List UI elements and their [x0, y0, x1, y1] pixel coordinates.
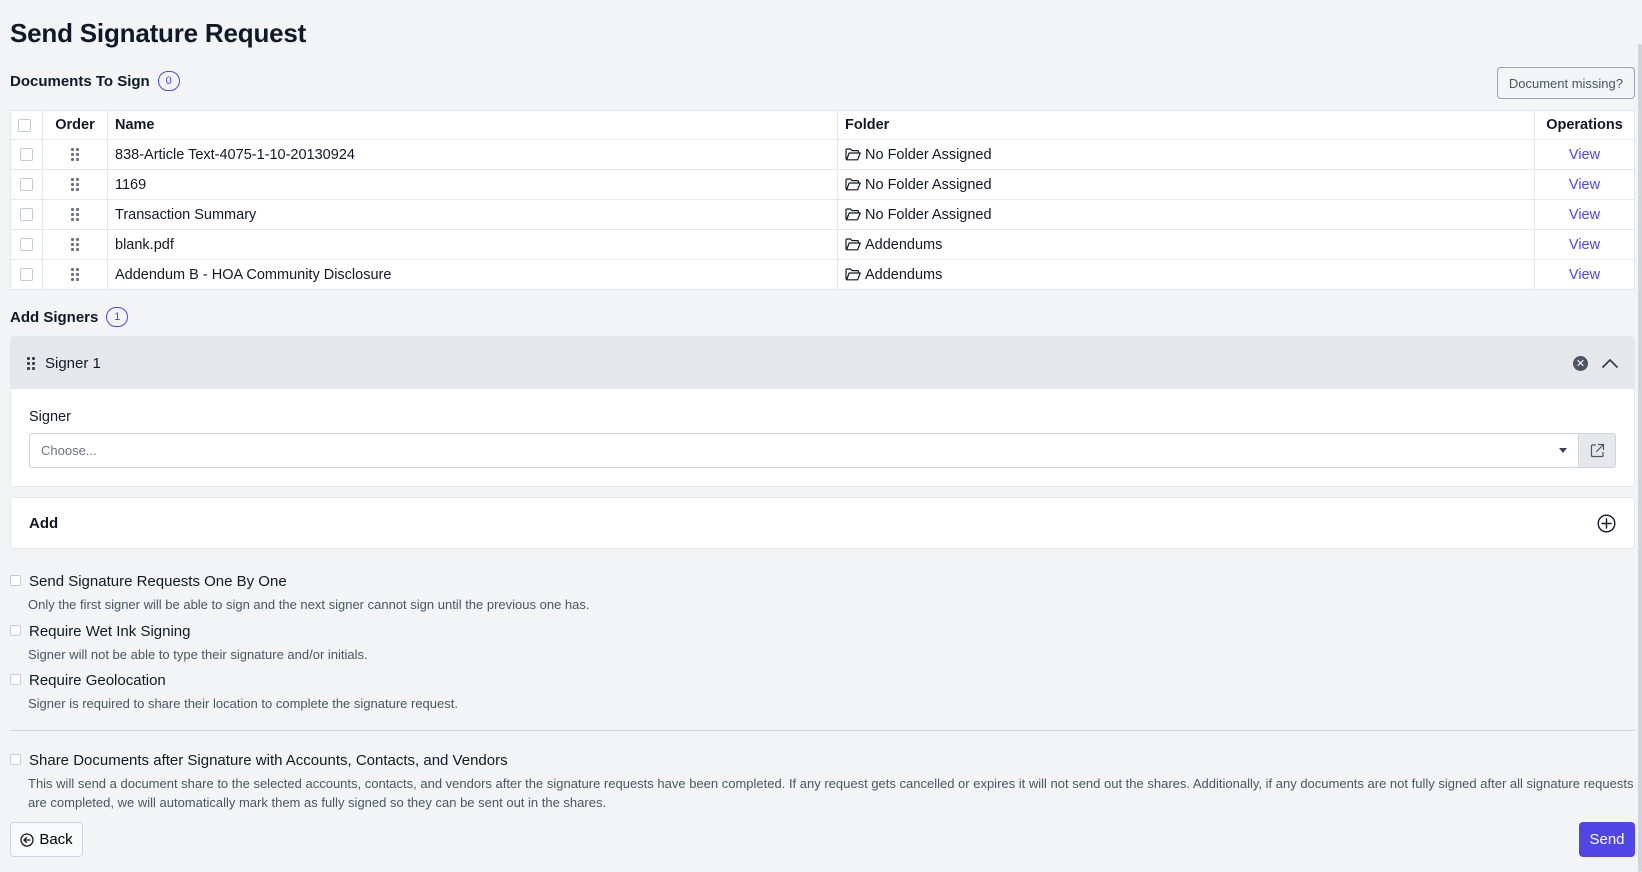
documents-heading: Documents To Sign [10, 72, 150, 90]
plus-circle-icon[interactable] [1597, 513, 1616, 533]
folder-name: Addendums [865, 236, 943, 253]
add-signer-label: Add [29, 514, 59, 532]
row-checkbox[interactable] [20, 148, 33, 162]
documents-count-badge: 0 [157, 71, 180, 91]
table-row: 1169 No Folder Assigned View [10, 169, 1635, 200]
option-wet-ink: Require Wet Ink Signing Signer will not … [10, 623, 1635, 664]
share-documents-help: This will send a document share to the s… [28, 776, 1634, 810]
signer-select-row: Choose... [29, 433, 1616, 468]
view-link[interactable]: View [1569, 237, 1600, 253]
add-signer-card[interactable]: Add [10, 497, 1635, 549]
folder-name: No Folder Assigned [865, 176, 992, 193]
table-row: Transaction Summary No Folder Assigned V… [10, 199, 1635, 230]
drag-handle-icon[interactable] [71, 148, 79, 162]
back-label: Back [39, 831, 73, 848]
wet-ink-label: Require Wet Ink Signing [29, 623, 191, 640]
wet-ink-checkbox[interactable] [10, 625, 21, 636]
drag-handle-icon[interactable] [71, 268, 79, 282]
column-header-order: Order [42, 110, 108, 140]
documents-table: Order Name Folder Operations 838-Article… [10, 110, 1635, 290]
share-documents-label: Share Documents after Signature with Acc… [29, 752, 508, 769]
remove-signer-icon[interactable]: ✕ [1573, 355, 1588, 371]
drag-handle-icon[interactable] [71, 208, 79, 222]
divider [10, 730, 1635, 731]
share-documents-checkbox[interactable] [10, 754, 21, 765]
select-all-cell [10, 110, 43, 140]
one-by-one-help: Only the first signer will be able to si… [28, 597, 590, 612]
chevron-up-icon[interactable] [1602, 358, 1618, 368]
documents-section-header: Documents To Sign 0 [10, 71, 180, 91]
wet-ink-help: Signer will not be able to type their si… [28, 647, 368, 662]
select-all-checkbox[interactable] [18, 118, 31, 132]
caret-down-icon [1559, 448, 1567, 453]
scrollbar[interactable] [1638, 44, 1642, 872]
document-name: 1169 [107, 169, 838, 200]
folder-name: No Folder Assigned [865, 206, 992, 223]
table-header-row: Order Name Folder Operations [10, 110, 1635, 140]
view-link[interactable]: View [1569, 267, 1600, 283]
signers-count-badge: 1 [106, 307, 129, 327]
row-checkbox[interactable] [20, 208, 33, 222]
document-name: Transaction Summary [107, 199, 838, 230]
view-link[interactable]: View [1569, 177, 1600, 193]
folder-open-icon [845, 267, 861, 280]
signer-card: Signer 1 ✕ Signer Choose... [10, 336, 1635, 487]
row-checkbox[interactable] [20, 178, 33, 192]
column-header-operations: Operations [1534, 110, 1635, 140]
option-geolocation: Require Geolocation Signer is required t… [10, 672, 1635, 713]
signer-field-label: Signer [29, 409, 71, 425]
signer-select[interactable]: Choose... [29, 433, 1579, 468]
signer-select-placeholder: Choose... [41, 443, 97, 458]
document-name: blank.pdf [107, 229, 838, 260]
one-by-one-checkbox[interactable] [10, 575, 21, 586]
option-one-by-one: Send Signature Requests One By One Only … [10, 573, 1635, 614]
row-checkbox[interactable] [20, 268, 33, 282]
signers-section-header: Add Signers 1 [10, 307, 129, 327]
view-link[interactable]: View [1569, 147, 1600, 163]
signer-title: Signer 1 [45, 354, 101, 372]
signers-heading: Add Signers [10, 308, 99, 326]
arrow-left-circle-icon [20, 832, 34, 847]
document-name: 838-Article Text-4075-1-10-20130924 [107, 139, 838, 170]
external-link-button[interactable] [1579, 433, 1616, 468]
table-row: Addendum B - HOA Community Disclosure Ad… [10, 259, 1635, 290]
send-button[interactable]: Send [1579, 822, 1635, 857]
one-by-one-label: Send Signature Requests One By One [29, 573, 287, 590]
drag-handle-icon[interactable] [71, 238, 79, 252]
back-button[interactable]: Back [10, 822, 83, 857]
column-header-name: Name [107, 110, 838, 140]
drag-handle-icon[interactable] [71, 178, 79, 192]
folder-name: No Folder Assigned [865, 146, 992, 163]
external-link-icon [1590, 443, 1604, 458]
table-row: 838-Article Text-4075-1-10-20130924 No F… [10, 139, 1635, 170]
signer-card-body: Signer Choose... [11, 389, 1634, 486]
geolocation-label: Require Geolocation [29, 672, 166, 689]
view-link[interactable]: View [1569, 207, 1600, 223]
folder-name: Addendums [865, 266, 943, 283]
table-row: blank.pdf Addendums View [10, 229, 1635, 260]
geolocation-help: Signer is required to share their locati… [28, 696, 458, 711]
folder-open-icon [845, 177, 861, 190]
page-title: Send Signature Request [10, 18, 307, 48]
document-name: Addendum B - HOA Community Disclosure [107, 259, 838, 290]
document-missing-button[interactable]: Document missing? [1496, 67, 1635, 99]
signer-card-header[interactable]: Signer 1 ✕ [11, 337, 1634, 389]
folder-open-icon [845, 147, 861, 160]
row-checkbox[interactable] [20, 238, 33, 252]
folder-open-icon [845, 207, 861, 220]
option-share-documents: Share Documents after Signature with Acc… [10, 752, 1635, 812]
column-header-folder: Folder [837, 110, 1535, 140]
folder-open-icon [845, 237, 861, 250]
geolocation-checkbox[interactable] [10, 674, 21, 685]
drag-handle-icon[interactable] [27, 356, 35, 370]
